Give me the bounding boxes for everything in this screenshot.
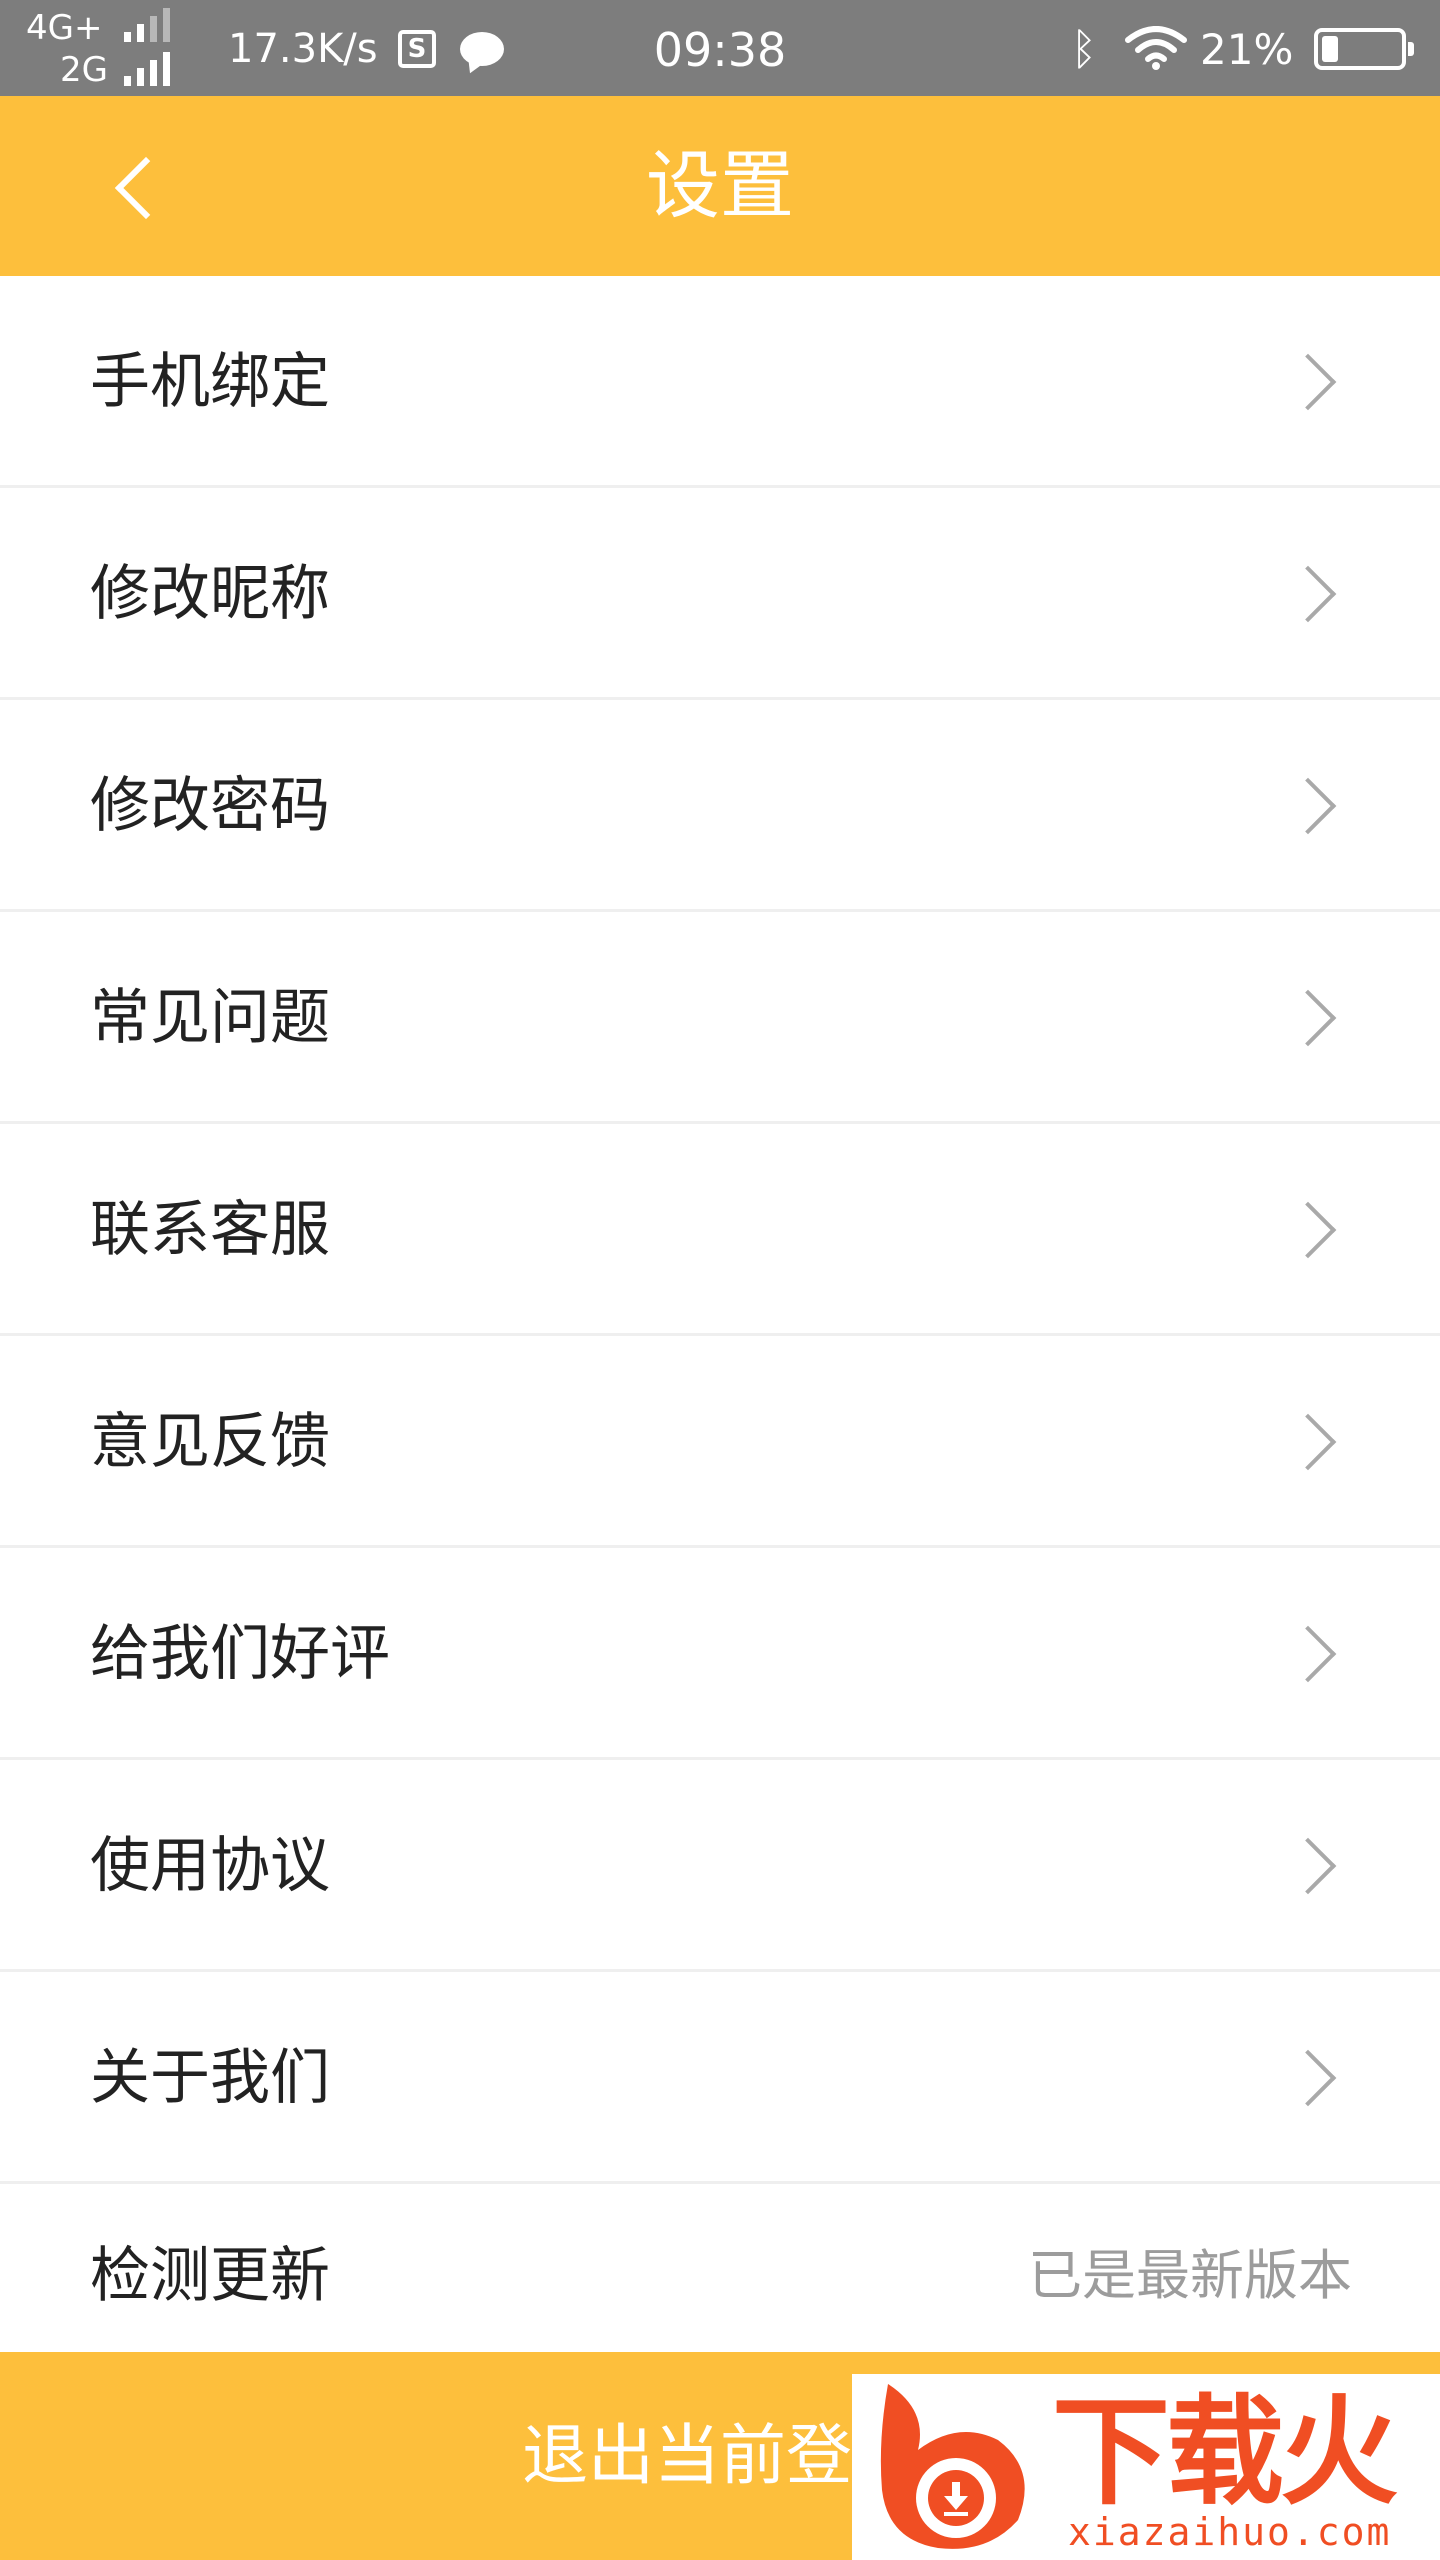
title-bar: 设置 <box>0 96 1440 276</box>
chevron-right-icon <box>1279 1625 1337 1683</box>
network-type-primary: 4G+ <box>26 8 103 48</box>
chevron-right-icon <box>1279 989 1337 1047</box>
wifi-icon <box>1125 26 1187 70</box>
chevron-right-icon <box>1279 777 1337 835</box>
chevron-right-icon <box>1279 565 1337 623</box>
page-title: 设置 <box>646 143 794 229</box>
flame-logo-icon <box>880 2384 1025 2549</box>
signal-strength-icon <box>124 52 170 86</box>
chevron-right-icon <box>1279 1837 1337 1895</box>
settings-item-about-us[interactable]: 关于我们 <box>0 1972 1440 2184</box>
settings-item-label: 联系客服 <box>90 1195 330 1265</box>
settings-item-terms-of-use[interactable]: 使用协议 <box>0 1760 1440 1972</box>
settings-item-label: 关于我们 <box>90 2043 330 2113</box>
chevron-left-icon <box>114 156 178 220</box>
battery-percent: 21% <box>1200 25 1294 74</box>
watermark-logo: 下载火 xiazaihuo.com <box>852 2374 1440 2560</box>
settings-item-phone-binding[interactable]: 手机绑定 <box>0 276 1440 488</box>
signal-strength-icon <box>124 8 170 42</box>
clock: 09:38 <box>653 23 787 77</box>
settings-item-change-nickname[interactable]: 修改昵称 <box>0 488 1440 700</box>
settings-list: 手机绑定 修改昵称 修改密码 常见问题 联系客服 意见反馈 给我们好评 使用协议… <box>0 276 1440 2368</box>
settings-screen: 4G+ 2G 17.3K/s S 09:38 ᛒ 21% 设置 手机绑定 修改昵… <box>0 0 1440 2560</box>
settings-item-label: 常见问题 <box>90 983 330 1053</box>
settings-item-label: 意见反馈 <box>90 1407 330 1477</box>
settings-item-faq[interactable]: 常见问题 <box>0 912 1440 1124</box>
update-status-text: 已是最新版本 <box>1028 2244 1352 2307</box>
settings-item-change-password[interactable]: 修改密码 <box>0 700 1440 912</box>
watermark-url: xiazaihuo.com <box>1068 2510 1392 2554</box>
battery-icon <box>1314 28 1414 70</box>
settings-item-label: 使用协议 <box>90 1831 330 1901</box>
settings-item-label: 修改密码 <box>90 771 330 841</box>
watermark-text: 下载火 <box>1052 2383 1398 2521</box>
settings-item-rate-us[interactable]: 给我们好评 <box>0 1548 1440 1760</box>
settings-item-label: 给我们好评 <box>90 1619 390 1689</box>
chevron-right-icon <box>1279 353 1337 411</box>
settings-item-label: 修改昵称 <box>90 559 330 629</box>
settings-item-contact-support[interactable]: 联系客服 <box>0 1124 1440 1336</box>
settings-item-label: 手机绑定 <box>90 347 330 417</box>
chevron-right-icon <box>1279 1413 1337 1471</box>
settings-item-check-update[interactable]: 检测更新 已是最新版本 <box>0 2184 1440 2368</box>
s-app-icon: S <box>398 30 436 68</box>
battery-level-fill <box>1322 36 1338 62</box>
back-button[interactable] <box>90 136 190 236</box>
chat-notification-icon <box>460 32 504 66</box>
bluetooth-icon: ᛒ <box>1070 24 1098 75</box>
settings-item-label: 检测更新 <box>90 2241 330 2311</box>
status-bar: 4G+ 2G 17.3K/s S 09:38 ᛒ 21% <box>0 0 1440 96</box>
network-speed: 17.3K/s <box>228 26 378 72</box>
settings-item-feedback[interactable]: 意见反馈 <box>0 1336 1440 1548</box>
chevron-right-icon <box>1279 2049 1337 2107</box>
chevron-right-icon <box>1279 1201 1337 1259</box>
